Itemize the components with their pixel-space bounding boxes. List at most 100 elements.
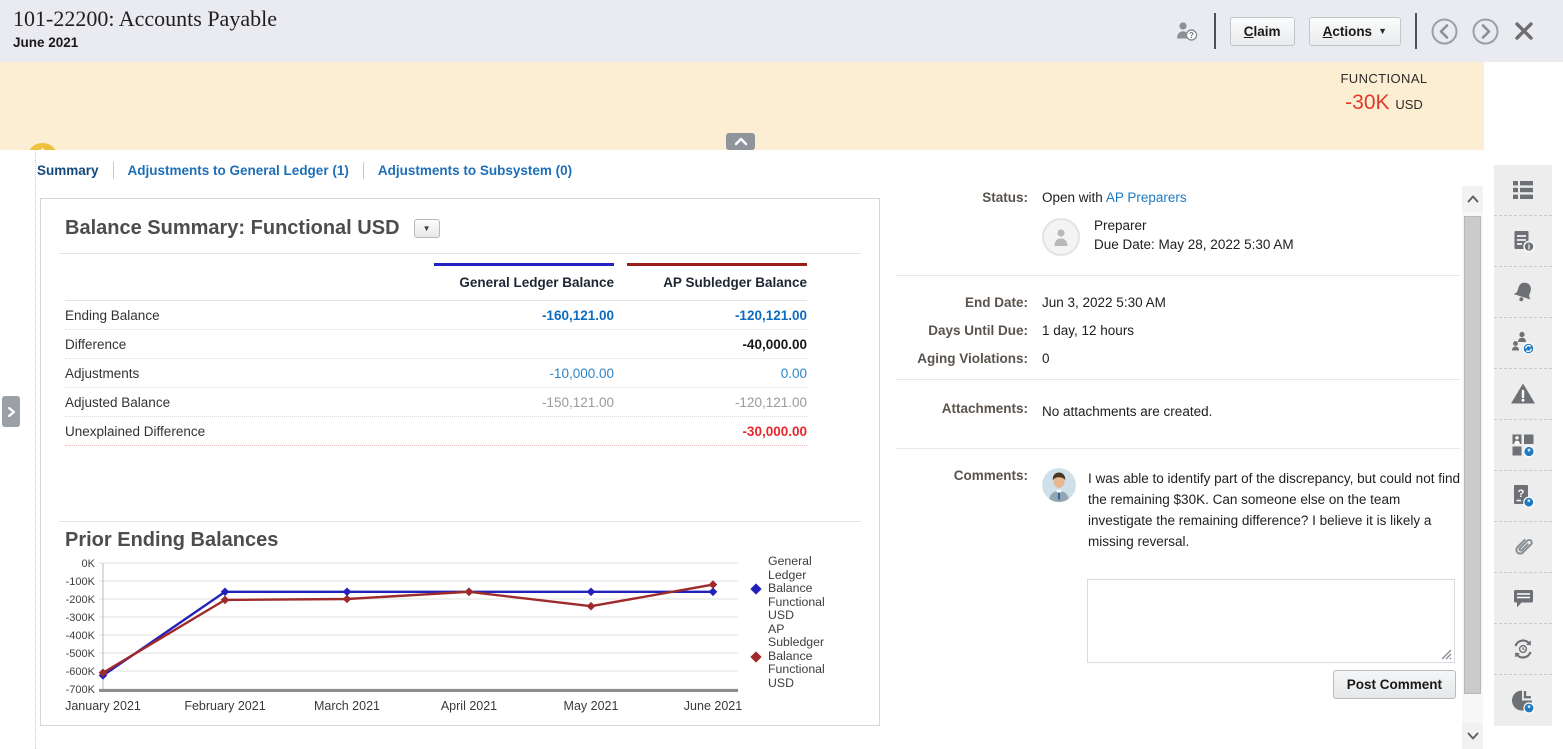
window-header: 101-22200: Accounts Payable June 2021 ? …	[0, 0, 1563, 62]
aging-violations-label: Aging Violations:	[896, 351, 1028, 366]
divider	[59, 521, 861, 522]
warning-triangle-icon	[1509, 380, 1537, 408]
collapse-banner-button[interactable]	[726, 133, 755, 150]
chevron-right-circle-icon	[1472, 18, 1499, 45]
panel-splitter	[35, 150, 36, 749]
properties-icon	[1510, 177, 1536, 203]
claim-button[interactable]: Claim	[1230, 17, 1295, 46]
period-label: June 2021	[13, 35, 78, 50]
aging-violations-value: 0	[1042, 351, 1050, 366]
svg-text:February 2021: February 2021	[184, 699, 265, 713]
tab-adjustments-subsystem[interactable]: Adjustments to Subsystem (0)	[364, 161, 586, 180]
questions-icon: ? *	[1509, 482, 1537, 510]
chevron-up-icon	[734, 137, 748, 146]
tab-bar: Summary Adjustments to General Ledger (1…	[37, 161, 586, 180]
balance-type-label: FUNCTIONAL	[1306, 71, 1462, 86]
balance-summary-table: General Ledger Balance AP Subledger Bala…	[65, 263, 807, 446]
workflow-icon	[1509, 329, 1537, 357]
svg-text:-400K: -400K	[66, 630, 96, 642]
close-icon	[1513, 20, 1535, 42]
scrollbar-thumb[interactable]	[1464, 216, 1481, 694]
instructions-icon: i	[1510, 228, 1536, 254]
svg-text:-500K: -500K	[66, 648, 96, 660]
comments-label: Comments:	[896, 468, 1028, 552]
expand-panel-button[interactable]	[2, 396, 20, 427]
scroll-up-button[interactable]	[1462, 186, 1483, 212]
svg-text:May 2021: May 2021	[564, 699, 619, 713]
preparer-due-date: Due Date: May 28, 2022 5:30 AM	[1094, 237, 1294, 252]
attachments-label: Attachments:	[896, 401, 1028, 419]
new-comment-box	[1087, 579, 1455, 663]
svg-text:April 2021: April 2021	[441, 699, 497, 713]
prior-reconciliations-icon	[1509, 635, 1537, 663]
table-row: Ending Balance -160,121.00 -120,121.00	[65, 301, 807, 330]
close-button[interactable]	[1513, 20, 1535, 42]
svg-text:January 2021: January 2021	[65, 699, 141, 713]
comment-input[interactable]	[1087, 579, 1455, 663]
end-date-label: End Date:	[896, 295, 1028, 310]
person-icon	[1049, 225, 1073, 249]
section-divider	[896, 275, 1460, 276]
ap-preparers-link[interactable]: AP Preparers	[1106, 190, 1187, 205]
table-header-row: General Ledger Balance AP Subledger Bala…	[65, 263, 807, 300]
svg-text:-600K: -600K	[66, 666, 96, 678]
end-date-value: Jun 3, 2022 5:30 AM	[1042, 295, 1166, 310]
svg-text:-300K: -300K	[66, 612, 96, 624]
panel-tab-warnings[interactable]	[1494, 369, 1552, 420]
panel-tab-attributes[interactable]: *	[1494, 420, 1552, 471]
svg-text:-100K: -100K	[66, 576, 96, 588]
scroll-down-button[interactable]	[1462, 723, 1483, 749]
actions-button[interactable]: Actions ▼	[1309, 17, 1401, 46]
panel-tab-properties[interactable]	[1494, 165, 1552, 216]
header-divider	[1415, 13, 1417, 49]
panel-tab-questions[interactable]: ? *	[1494, 471, 1552, 522]
panel-tab-prior-reconciliations[interactable]	[1494, 624, 1552, 675]
status-value: Open with AP Preparers	[1042, 190, 1187, 205]
table-row: Adjusted Balance -150,121.00 -120,121.00	[65, 388, 807, 417]
header-divider	[1214, 13, 1216, 49]
page-title: 101-22200: Accounts Payable	[13, 6, 277, 32]
tab-summary[interactable]: Summary	[37, 161, 113, 180]
header-controls: ? Claim Actions ▼	[1173, 0, 1535, 62]
tab-adjustments-general-ledger[interactable]: Adjustments to General Ledger (1)	[114, 161, 363, 180]
svg-text:0K: 0K	[82, 558, 96, 570]
attachments-value: No attachments are created.	[1042, 401, 1212, 419]
panel-tab-comments[interactable]	[1494, 573, 1552, 624]
legend-item-general-ledger: General Ledger Balance Functional USD	[751, 555, 877, 623]
panel-tab-history[interactable]: *	[1494, 675, 1552, 726]
user-photo	[1042, 468, 1076, 502]
drawer-icon-rail: i	[1484, 62, 1563, 749]
panel-tab-alerts[interactable]	[1494, 267, 1552, 318]
chevron-down-icon	[1467, 732, 1479, 740]
history-icon: *	[1509, 687, 1537, 715]
next-button[interactable]	[1472, 18, 1499, 45]
panel-tab-workflow[interactable]	[1494, 318, 1552, 369]
days-until-due-value: 1 day, 12 hours	[1042, 323, 1134, 338]
table-row: Difference -40,000.00	[65, 330, 807, 359]
svg-text:March 2021: March 2021	[314, 699, 380, 713]
panel-tab-attachments[interactable]	[1494, 522, 1552, 573]
table-row: Unexplained Difference -30,000.00	[65, 417, 807, 446]
svg-text:?: ?	[1518, 488, 1525, 500]
legend-marker-icon	[750, 583, 761, 594]
balance-view-dropdown[interactable]: ▼	[414, 219, 440, 238]
vertical-scrollbar	[1462, 186, 1483, 749]
svg-text:June 2021: June 2021	[684, 699, 742, 713]
preparer-role: Preparer	[1094, 218, 1294, 233]
legend-item-ap-subledger: AP Subledger Balance Functional USD	[751, 623, 877, 691]
chevron-down-icon: ▼	[1378, 26, 1387, 36]
legend-marker-icon	[750, 651, 761, 662]
panel-tab-instructions[interactable]: i	[1494, 216, 1552, 267]
post-comment-button[interactable]: Post Comment	[1333, 670, 1456, 699]
commenter-avatar	[1042, 468, 1076, 502]
assignee-help-icon[interactable]: ?	[1173, 18, 1200, 45]
chart-legend: General Ledger Balance Functional USD AP…	[751, 555, 877, 690]
days-until-due-label: Days Until Due:	[896, 323, 1028, 338]
chart-title: Prior Ending Balances	[65, 529, 278, 552]
previous-button[interactable]	[1431, 18, 1458, 45]
warning-banner: Unexplained differences: 1 FUNCTIONAL -3…	[0, 62, 1484, 150]
comment-text: I was able to identify part of the discr…	[1088, 468, 1460, 552]
status-label: Status:	[896, 190, 1028, 205]
reconciliation-detail-panel: Status: Open with AP Preparers Preparer …	[896, 190, 1460, 699]
balance-summary-title: Balance Summary: Functional USD	[65, 217, 400, 240]
